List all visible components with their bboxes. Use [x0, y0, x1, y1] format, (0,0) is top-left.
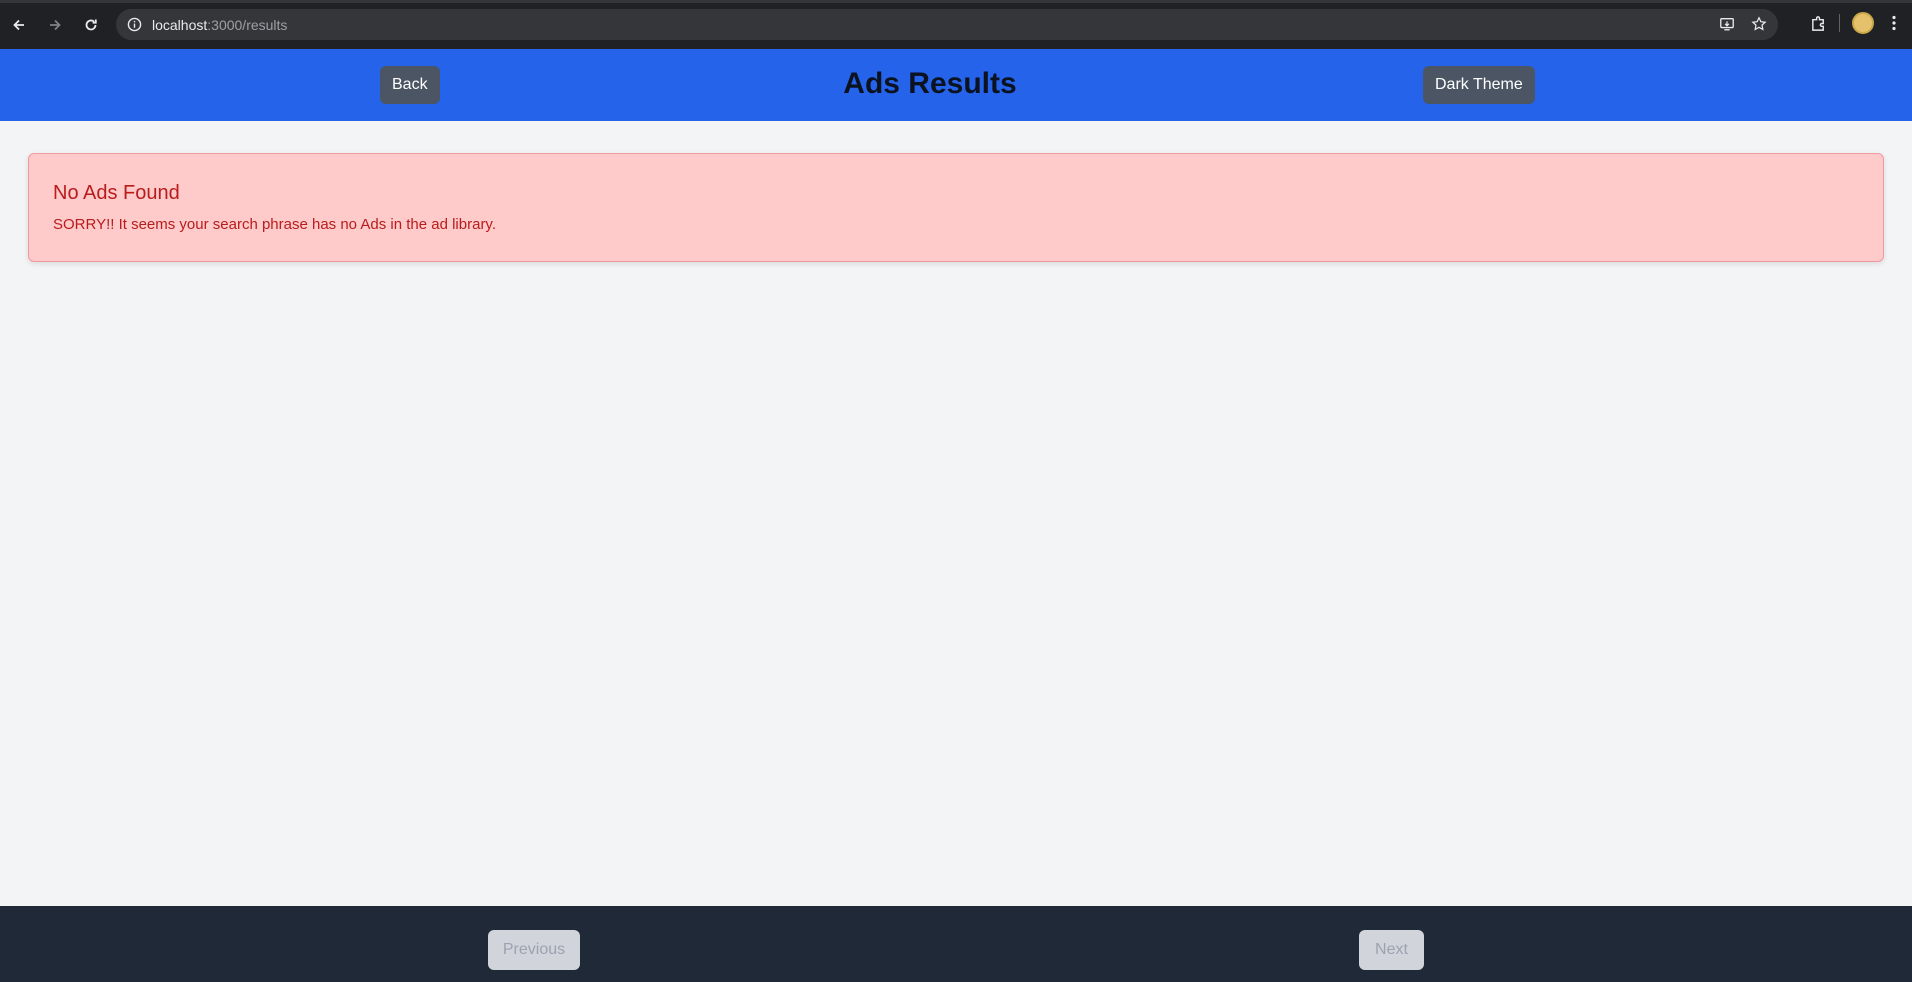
- back-arrow-icon[interactable]: [8, 14, 30, 36]
- url-path: :3000/results: [207, 16, 288, 33]
- url-text: localhost:3000/results: [152, 17, 287, 33]
- forward-arrow-icon[interactable]: [44, 14, 66, 36]
- profile-avatar[interactable]: [1852, 12, 1874, 34]
- alert-title: No Ads Found: [53, 182, 180, 204]
- previous-button[interactable]: Previous: [488, 930, 580, 970]
- puzzle-icon[interactable]: [1809, 14, 1827, 32]
- page-title: Ads Results: [843, 67, 1017, 100]
- alert-message: SORRY!! It seems your search phrase has …: [53, 216, 496, 233]
- kebab-menu-icon[interactable]: [1886, 14, 1902, 32]
- install-app-icon[interactable]: [1718, 15, 1736, 33]
- next-button[interactable]: Next: [1359, 930, 1424, 970]
- info-icon[interactable]: [126, 17, 142, 33]
- no-ads-alert: No Ads Found SORRY!! It seems your searc…: [28, 153, 1884, 262]
- toolbar-divider: [1839, 14, 1840, 32]
- reload-icon[interactable]: [80, 14, 102, 36]
- app-header: Back Ads Results Dark Theme: [0, 49, 1912, 121]
- star-icon[interactable]: [1750, 15, 1768, 33]
- address-bar[interactable]: localhost:3000/results: [116, 9, 1778, 40]
- pagination-footer: Previous Next: [0, 906, 1912, 982]
- tab-strip: [0, 0, 1912, 3]
- url-host: localhost: [152, 16, 208, 33]
- browser-toolbar: localhost:3000/results: [0, 0, 1912, 49]
- dark-theme-button[interactable]: Dark Theme: [1423, 66, 1535, 104]
